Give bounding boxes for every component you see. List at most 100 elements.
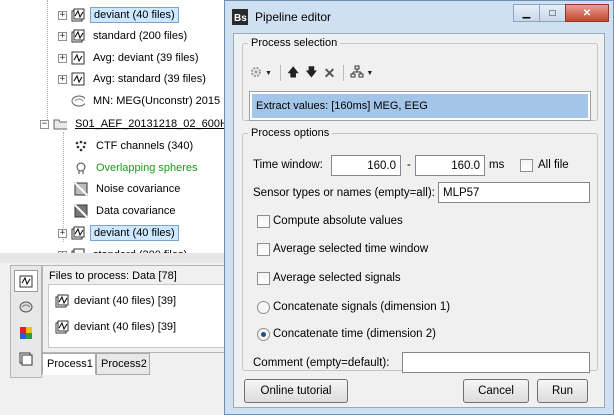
process-options-legend: Process options [251, 127, 330, 139]
timefreq-icon [20, 327, 32, 339]
absolute-values-label: Compute absolute values [273, 215, 403, 227]
brain-source-icon [71, 94, 85, 108]
tree-line [47, 0, 48, 122]
tree-item-label: standard (200 files) [93, 30, 188, 42]
data-icon [19, 275, 33, 288]
tree-item-noisecov[interactable]: Noise covariance [74, 179, 183, 199]
timefreq-filter-button[interactable] [14, 322, 38, 344]
brain-icon [19, 301, 33, 313]
files-to-process-panel: Files to process: Data [78] deviant (40 … [42, 265, 238, 353]
tree-horizontal-scrollbar[interactable] [0, 253, 237, 263]
run-button[interactable]: Run [537, 379, 588, 403]
tree-item-label: deviant (40 files) [90, 7, 179, 23]
average-icon [71, 72, 85, 86]
datacov-icon [74, 204, 88, 218]
data-filter-button[interactable] [14, 270, 38, 292]
pipeline-icon [350, 65, 364, 82]
expand-icon[interactable]: + [58, 10, 67, 20]
tree-item-label: deviant (40 files) [90, 225, 179, 241]
absolute-values-checkbox[interactable] [257, 215, 270, 228]
tree-item-label: Overlapping spheres [96, 162, 198, 174]
cancel-button[interactable]: Cancel [463, 379, 529, 403]
data-list-icon [71, 8, 85, 22]
tab-process2[interactable]: Process2 [96, 353, 150, 375]
time-unit-label: ms [489, 159, 505, 171]
time-window-label: Time window: [253, 159, 323, 171]
tree-item-label: CTF channels (340) [96, 140, 194, 152]
move-down-button[interactable]: 🡇 [305, 64, 317, 82]
noisecov-icon [74, 182, 88, 196]
dialog-title: Pipeline editor [255, 10, 332, 24]
close-button[interactable]: ✕ [565, 4, 609, 22]
dialog-titlebar[interactable]: Bs Pipeline editor ▁ □ ✕ [225, 1, 613, 33]
process-list[interactable]: Extract values: [160ms] MEG, EEG [249, 91, 591, 121]
pipeline-editor-dialog: Bs Pipeline editor ▁ □ ✕ Process selecti… [224, 0, 614, 415]
maximize-icon: □ [549, 7, 556, 19]
files-panel-title: Files to process: Data [78] [49, 270, 177, 282]
gear-icon [249, 65, 263, 82]
tree-item-deviant-2[interactable]: + deviant (40 files) [58, 223, 179, 243]
tree-item-deviant[interactable]: + deviant (40 files) [58, 5, 179, 25]
comment-label: Comment (empty=default): [253, 357, 390, 369]
expand-icon[interactable]: + [58, 31, 67, 41]
minimize-button[interactable]: ▁ [513, 4, 540, 22]
process-toolbar: ▼ 🡅 🡇 ✕ ▼ [249, 63, 379, 83]
time-end-input[interactable] [415, 155, 485, 176]
all-file-checkbox[interactable] [520, 159, 533, 172]
minimize-icon: ▁ [522, 7, 531, 19]
tree-item-datacov[interactable]: Data covariance [74, 201, 179, 221]
data-list-icon [71, 226, 85, 240]
concat-signals-radio[interactable] [257, 301, 270, 314]
window-controls: ▁ □ ✕ [513, 4, 609, 22]
tab-process1[interactable]: Process1 [42, 353, 96, 375]
list-item-label: deviant (40 files) [39] [74, 321, 177, 333]
sensor-types-input[interactable] [438, 182, 590, 203]
average-signals-checkbox[interactable] [257, 272, 270, 285]
add-process-button[interactable]: ▼ [249, 64, 272, 82]
expand-icon[interactable]: + [58, 228, 67, 238]
data-list-icon [71, 29, 85, 43]
tree-item-avg-standard[interactable]: + Avg: standard (39 files) [58, 69, 209, 89]
delete-process-button[interactable]: ✕ [324, 64, 336, 82]
concat-signals-label: Concatenate signals (dimension 1) [273, 301, 451, 313]
arrow-down-icon: 🡇 [305, 64, 318, 79]
collapse-icon[interactable]: − [40, 119, 49, 129]
online-tutorial-button[interactable]: Online tutorial [244, 379, 348, 403]
tree-item-subject-folder[interactable]: − S01_AEF_20131218_02_600H [40, 114, 231, 134]
expand-icon[interactable]: + [58, 74, 67, 84]
concat-time-radio[interactable] [257, 328, 270, 341]
tree-item-channels[interactable]: CTF channels (340) [74, 136, 196, 156]
tree-item-avg-deviant[interactable]: + Avg: deviant (39 files) [58, 48, 202, 68]
tree-item-label: Noise covariance [96, 183, 181, 195]
average-time-window-checkbox[interactable] [257, 243, 270, 256]
list-item[interactable]: deviant (40 files) [39] [55, 318, 176, 336]
tree-item-standard[interactable]: + standard (200 files) [58, 26, 190, 46]
tree-item-label: Data covariance [96, 205, 176, 217]
tree-item-label: Avg: deviant (39 files) [93, 52, 199, 64]
tree-item-headmodel[interactable]: Overlapping spheres [74, 158, 201, 178]
svg-text:Bs: Bs [234, 13, 247, 24]
matrix-filter-button[interactable] [14, 348, 38, 370]
move-up-button[interactable]: 🡅 [287, 64, 299, 82]
pipeline-menu-button[interactable]: ▼ [350, 64, 373, 82]
average-signals-label: Average selected signals [273, 272, 401, 284]
matrix-icon [19, 352, 33, 366]
time-start-input[interactable] [331, 155, 401, 176]
channels-icon [74, 139, 88, 153]
files-list[interactable]: deviant (40 files) [39] deviant (40 file… [48, 284, 234, 348]
expand-icon[interactable]: + [58, 53, 67, 63]
database-tree[interactable]: + deviant (40 files) + standard (200 fil… [0, 0, 238, 263]
concat-time-label: Concatenate time (dimension 2) [273, 328, 436, 340]
process-list-item[interactable]: Extract values: [160ms] MEG, EEG [252, 94, 588, 118]
list-item[interactable]: deviant (40 files) [39] [55, 292, 176, 310]
tree-item-label: MN: MEG(Unconstr) 2015 [93, 95, 221, 107]
list-item-label: deviant (40 files) [39] [74, 295, 177, 307]
dropdown-arrow-icon: ▼ [366, 69, 374, 77]
maximize-button[interactable]: □ [539, 4, 566, 22]
process-selection-legend: Process selection [251, 37, 338, 49]
close-icon: ✕ [582, 7, 592, 19]
comment-input[interactable] [402, 352, 590, 373]
average-icon [71, 51, 85, 65]
tree-item-sources[interactable]: MN: MEG(Unconstr) 2015 [71, 91, 223, 111]
sources-filter-button[interactable] [14, 296, 38, 318]
